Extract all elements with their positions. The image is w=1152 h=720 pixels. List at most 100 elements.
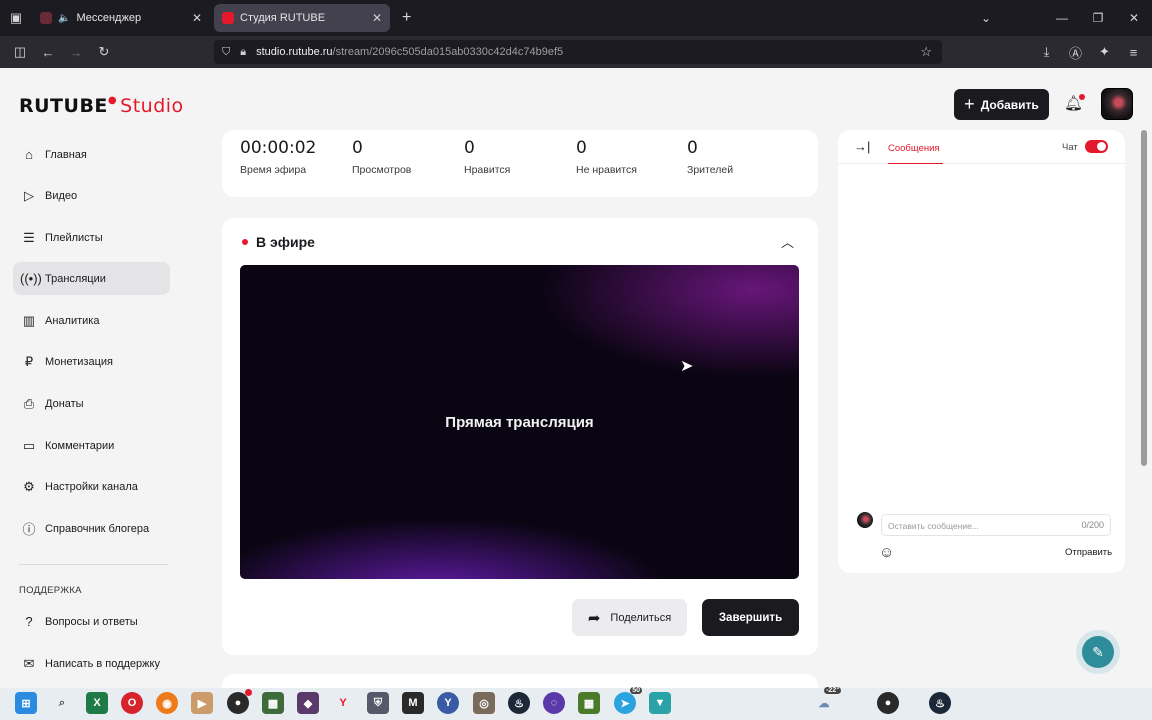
share-arrow-icon: ➦ — [587, 609, 601, 627]
add-label: Добавить — [980, 97, 1039, 112]
firefox-icon[interactable]: ◉ — [156, 692, 178, 714]
telegram-icon[interactable]: ➤ 50 — [614, 687, 642, 714]
chat-toggle-label: Чат — [1062, 142, 1078, 153]
emoji-smile-icon[interactable]: ☺ — [879, 544, 894, 561]
notification-dot — [1079, 94, 1086, 100]
restore-icon[interactable]: ❐ — [1080, 11, 1116, 25]
opera-icon[interactable]: O — [121, 692, 143, 714]
sidebar-item-video[interactable]: ▷ Видео — [13, 179, 170, 212]
browser-tab-rutube-studio[interactable]: Студия RUTUBE ✕ — [214, 4, 390, 32]
chat-panel-header: →| Сообщения Чат — [838, 130, 1125, 164]
user-avatar[interactable] — [1101, 88, 1133, 120]
sidebar-item-label: Справочник блогера — [45, 522, 150, 535]
bookmark-star-icon[interactable]: ☆ — [920, 44, 932, 60]
support-section-header: ПОДДЕРЖКА — [19, 585, 82, 596]
chat-toggle[interactable] — [1085, 140, 1108, 153]
obs-icon[interactable]: ● — [227, 689, 252, 714]
voice-app-icon[interactable]: ◌ — [543, 692, 565, 714]
new-tab-icon[interactable]: + — [402, 9, 411, 27]
tab-overview-icon[interactable]: ▣ — [0, 0, 32, 36]
weather-icon[interactable]: ☁ -22° — [813, 687, 841, 714]
live-title-text: В эфире — [256, 234, 315, 250]
download-icon[interactable]: ⤓ — [1032, 44, 1061, 60]
ruble-icon: ₽ — [24, 353, 34, 369]
shield-app-icon[interactable]: ⛨ — [367, 692, 389, 714]
tray-obs-icon[interactable]: ● — [877, 692, 899, 714]
speaker-icon[interactable]: 🔈 — [58, 13, 70, 24]
video-icon: ▷ — [24, 187, 34, 203]
sidebar-item-comments[interactable]: ▭ Комментарии — [13, 429, 170, 462]
chart-icon: ▥ — [22, 312, 36, 328]
sidebar-item-faq[interactable]: ? Вопросы и ответы — [13, 605, 170, 638]
reload-icon[interactable]: ↻ — [90, 44, 118, 60]
yandex-icon[interactable]: Y — [332, 692, 354, 714]
sidebar-item-donations[interactable]: ⎙ Донаты — [13, 387, 170, 420]
chat-user-avatar — [857, 512, 873, 528]
sidebar-item-label: Комментарии — [45, 439, 115, 452]
tab-messages[interactable]: Сообщения — [888, 143, 940, 154]
vpn-app-icon[interactable]: ▼ — [649, 692, 671, 714]
sidebar-item-contact-support[interactable]: ✉ Написать в поддержку — [13, 647, 170, 680]
extensions-icon[interactable]: ✦ — [1090, 44, 1119, 60]
gamepad-icon[interactable]: ◎ — [473, 692, 495, 714]
sidebar-item-label: Донаты — [45, 397, 84, 410]
forward-icon[interactable]: → — [62, 45, 90, 60]
steam-icon[interactable]: ♨ — [508, 692, 530, 714]
minimize-icon[interactable]: — — [1044, 11, 1080, 25]
media-player-icon[interactable]: ▶ — [191, 692, 213, 714]
minecraft-icon[interactable]: ▦ — [578, 692, 600, 714]
rutube-studio-logo[interactable]: RUTUBE● Studio — [19, 95, 184, 117]
collapse-panel-icon[interactable]: →| — [854, 139, 870, 154]
sidebar-toggle-icon[interactable]: ◫ — [6, 44, 34, 60]
close-tab-icon[interactable]: ✕ — [192, 11, 202, 25]
game-app-icon[interactable]: ◆ — [297, 692, 319, 714]
lock-icon[interactable]: 🔒︎ — [240, 46, 246, 59]
stream-player[interactable]: Прямая трансляция — [240, 265, 799, 579]
windows-start-icon[interactable]: ⊞ — [15, 692, 37, 714]
menu-icon[interactable]: ≡ — [1119, 45, 1148, 60]
shield-icon[interactable]: ⛉ — [222, 46, 230, 59]
sidebar-item-broadcasts[interactable]: ((•)) Трансляции — [13, 262, 170, 295]
toggle-knob — [1097, 142, 1106, 151]
sidebar-item-analytics[interactable]: ▥ Аналитика — [13, 304, 170, 337]
close-tab-icon[interactable]: ✕ — [372, 11, 382, 25]
address-bar[interactable]: ⛉ 🔒︎ studio.rutube.ru /stream/2096c505da… — [214, 40, 942, 64]
close-window-icon[interactable]: ✕ — [1116, 11, 1152, 25]
sidebar-item-monetization[interactable]: ₽ Монетизация — [13, 345, 170, 378]
sidebar-item-label: Вопросы и ответы — [45, 615, 138, 628]
logo-main: RUTUBE — [19, 95, 108, 117]
tray-steam-icon[interactable]: ♨ — [929, 692, 951, 714]
chat-message-input[interactable]: Оставить сообщение... 0/200 — [881, 514, 1111, 536]
faq-icon: ? — [25, 614, 33, 629]
tab-title: Мессенджер — [76, 12, 142, 24]
yandex-browser-icon[interactable]: Y — [437, 692, 459, 714]
player-text: Прямая трансляция — [445, 413, 594, 431]
sidebar-item-label: Главная — [45, 148, 87, 161]
collapse-chevron-up-icon[interactable]: ︿ — [781, 232, 794, 251]
share-button[interactable]: ➦ Поделиться — [572, 599, 687, 636]
send-button[interactable]: Отправить — [1065, 547, 1112, 558]
settings-icon: ⚙ — [23, 478, 35, 494]
browser-tab-messenger[interactable]: 🔈 Мессенджер ✕ — [32, 4, 210, 32]
back-icon[interactable]: ← — [34, 45, 62, 60]
account-icon[interactable]: Ⓐ — [1061, 43, 1090, 62]
page-scrollbar[interactable] — [1141, 130, 1147, 466]
stat-value: 0 — [352, 138, 363, 158]
sidebar-item-blogger-guide[interactable]: ⓘ Справочник блогера — [13, 512, 170, 545]
add-button[interactable]: + Добавить — [954, 89, 1049, 120]
game-launcher-icon[interactable]: ▩ — [262, 692, 284, 714]
donate-icon: ⎙ — [23, 395, 35, 411]
taskbar-search-icon[interactable]: ⌕ — [51, 692, 73, 714]
sidebar-item-home[interactable]: ⌂ Главная — [13, 138, 170, 171]
notifications-bell-icon[interactable]: 🔔︎ — [1064, 94, 1086, 112]
support-chat-button[interactable]: ✎ — [1076, 630, 1120, 674]
logo-sub: Studio — [120, 95, 184, 117]
sidebar-item-playlists[interactable]: ☰ Плейлисты — [13, 221, 170, 254]
stat-label: Просмотров — [352, 164, 412, 176]
finish-stream-button[interactable]: Завершить — [702, 599, 799, 636]
tab-list-chevron-icon[interactable]: ⌄ — [968, 11, 1004, 25]
weather-temp: -22° — [824, 687, 841, 694]
m-app-icon[interactable]: M — [402, 692, 424, 714]
sidebar-item-channel-settings[interactable]: ⚙ Настройки канала — [13, 470, 170, 503]
excel-icon[interactable]: X — [86, 692, 108, 714]
